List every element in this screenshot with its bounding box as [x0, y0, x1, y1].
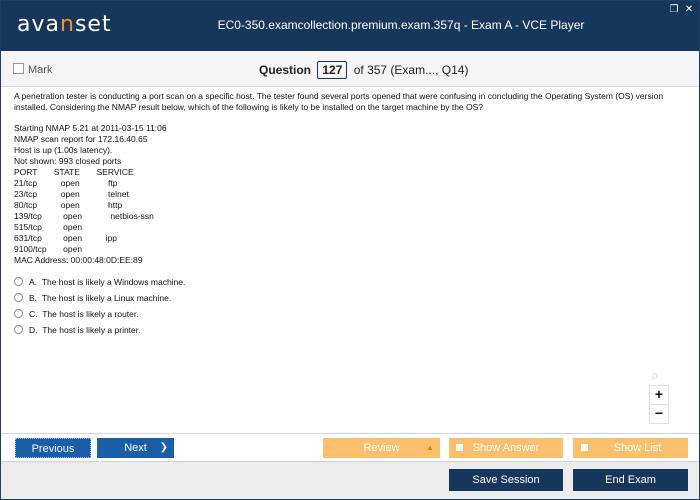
checkbox-icon [13, 63, 24, 74]
previous-button[interactable]: Previous [15, 438, 91, 458]
radio-icon[interactable] [14, 293, 23, 302]
zoom-in-button[interactable]: + [649, 385, 669, 405]
option-c[interactable]: C. The host is likely a router. [14, 306, 684, 322]
question-indicator: Question 127 of 357 (Exam..., Q14) [259, 61, 468, 79]
show-list-label: Show List [613, 442, 662, 454]
zoom-out-button[interactable]: − [649, 404, 669, 424]
search-icon: ⌕ [651, 367, 659, 383]
radio-icon[interactable] [14, 277, 23, 286]
next-label: Next [124, 442, 147, 454]
nmap-line: Not shown: 993 closed ports [14, 156, 122, 166]
show-list-button[interactable]: Show List [573, 438, 688, 458]
review-label: Review [363, 442, 400, 454]
end-exam-button[interactable]: End Exam [573, 469, 688, 491]
navigation-bar: Previous Next ❯ Review ▲ Show Answer Sho… [1, 433, 699, 462]
checkbox-icon [456, 444, 463, 451]
radio-icon[interactable] [14, 309, 23, 318]
answer-options: A. The host is likely a Windows machine.… [14, 274, 684, 338]
nmap-line: PORT STATE SERVICE [14, 167, 134, 177]
app-logo: avanset [17, 12, 112, 37]
option-d[interactable]: D. The host is likely a printer. [14, 322, 684, 338]
question-number-input[interactable]: 127 [317, 61, 348, 79]
nmap-line: 21/tcp open ftp [14, 178, 118, 188]
nmap-line: 631/tcp open ipp [14, 233, 118, 243]
chevron-right-icon: ❯ [159, 442, 168, 453]
radio-icon[interactable] [14, 325, 23, 334]
nmap-line: 23/tcp open telnet [14, 189, 129, 199]
mark-label: Mark [28, 64, 53, 76]
caret-up-icon: ▲ [426, 443, 434, 452]
nmap-output: Starting NMAP 5.21 at 2011-03-15 11:06 N… [14, 123, 684, 266]
nmap-line: NMAP scan report for 172.16.40.65 [14, 134, 148, 144]
question-of: of 357 (Exam..., Q14) [353, 63, 469, 77]
review-button[interactable]: Review ▲ [323, 438, 440, 458]
nmap-line: 515/tcp open [14, 222, 83, 232]
option-b[interactable]: B. The host is likely a Linux machine. [14, 290, 684, 306]
nmap-line: MAC Address: 00:00:48:0D:EE:89 [14, 255, 143, 265]
question-label: Question [259, 63, 312, 77]
next-button[interactable]: Next ❯ [97, 438, 174, 458]
nmap-line: 9100/tcp open [14, 244, 83, 254]
title-bar: avanset EC0-350.examcollection.premium.e… [1, 1, 699, 51]
question-content: A penetration tester is conducting a por… [14, 91, 684, 338]
show-answer-label: Show Answer [472, 442, 540, 454]
nmap-line: Host is up (1.00s latency). [14, 145, 113, 155]
nmap-line: Starting NMAP 5.21 at 2011-03-15 11:06 [14, 123, 167, 133]
question-text: A penetration tester is conducting a por… [14, 91, 664, 112]
option-a[interactable]: A. The host is likely a Windows machine. [14, 274, 684, 290]
nmap-line: 139/tcp open netbios-ssn [14, 211, 154, 221]
checkbox-icon [581, 444, 588, 451]
nmap-line: 80/tcp open http [14, 200, 123, 210]
restore-icon[interactable]: ❐ [668, 4, 680, 16]
save-session-button[interactable]: Save Session [449, 469, 563, 491]
window-title: EC0-350.examcollection.premium.exam.357q… [217, 18, 585, 32]
mark-checkbox[interactable]: Mark [13, 63, 52, 76]
show-answer-button[interactable]: Show Answer [449, 438, 563, 458]
question-header: Mark Question 127 of 357 (Exam..., Q14) [1, 51, 699, 87]
close-icon[interactable]: ✕ [683, 4, 695, 16]
footer-bar: Save Session End Exam [1, 461, 699, 499]
